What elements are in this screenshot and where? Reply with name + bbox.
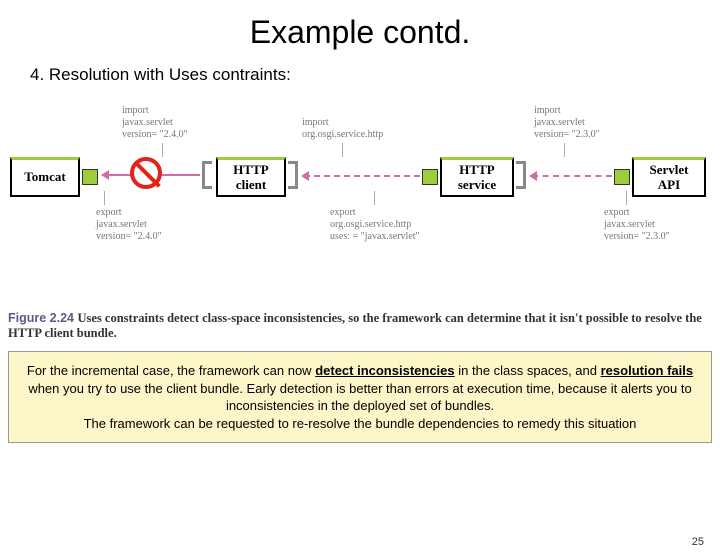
label-export-3: export javax.servlet version= "2.3.0" [604,207,670,243]
note-bold-fails: resolution fails [601,363,693,378]
leader-line [342,143,343,157]
leader-line [104,191,105,205]
wire-service-to-api [532,175,612,177]
export-port-service-left [422,169,438,185]
explanation-note: For the incremental case, the framework … [8,351,712,443]
slide-subtitle: 4. Resolution with Uses contraints: [30,65,720,85]
figure-caption-text: Uses constraints detect class-space inco… [8,311,702,340]
note-bold-detect: detect inconsistencies [315,363,454,378]
page-number: 25 [692,536,704,548]
bundle-http-client: HTTP client [216,157,286,197]
note-text: For the incremental case, the framework … [27,363,315,378]
wire-client-to-service [304,175,420,177]
label-export-2: export org.osgi.service.http uses: = "ja… [330,207,420,243]
note-text: in the class spaces, and [455,363,601,378]
leader-line [374,191,375,205]
bundle-tomcat: Tomcat [10,157,80,197]
label-import-2: import org.osgi.service.http [302,117,383,141]
prohibit-icon [130,157,162,189]
leader-line [564,143,565,157]
leader-line [162,143,163,157]
label-import-1: import javax.servlet version= "2.4.0" [122,105,188,141]
import-port-client-left [202,161,212,189]
bundle-http-service: HTTP service [440,157,514,197]
note-text-2: The framework can be requested to re-res… [84,416,637,431]
slide-title: Example contd. [0,14,720,51]
label-import-3: import javax.servlet version= "2.3.0" [534,105,600,141]
bundle-servlet-api: Servlet API [632,157,706,197]
label-export-1: export javax.servlet version= "2.4.0" [96,207,162,243]
note-text: when you try to use the client bundle. E… [28,381,691,414]
figure-caption: Figure 2.24 Uses constraints detect clas… [8,311,712,341]
export-port-servlet-api [614,169,630,185]
bundle-diagram: Tomcat HTTP client HTTP service Servlet … [4,95,716,305]
figure-number: Figure 2.24 [8,311,74,325]
leader-line [626,191,627,205]
